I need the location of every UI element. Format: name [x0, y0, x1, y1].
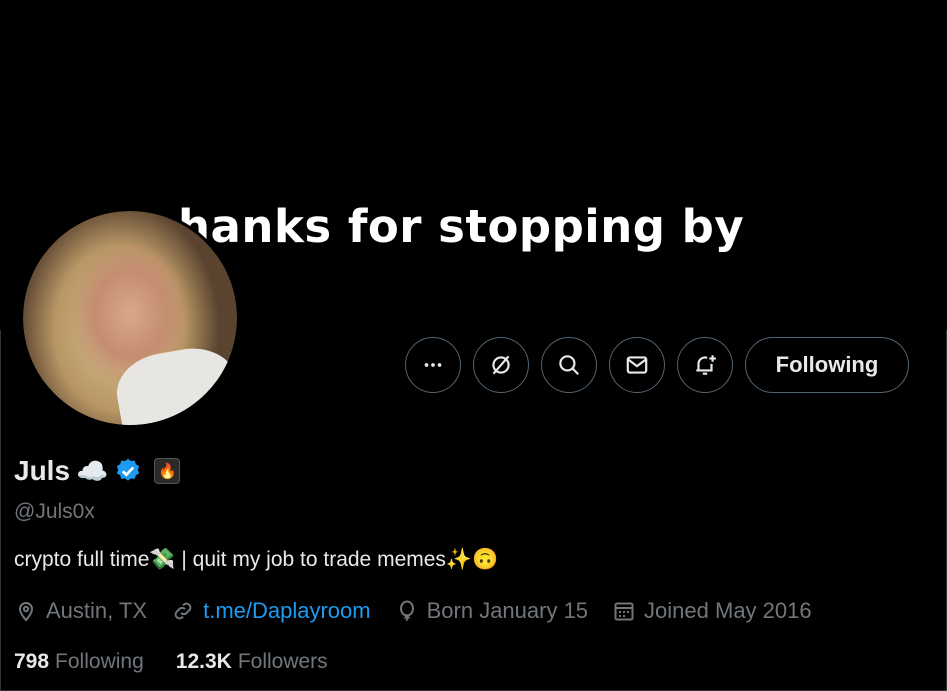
bell-plus-icon: [696, 355, 716, 375]
avatar-photo: [23, 211, 237, 425]
location-text: Austin, TX: [46, 598, 148, 623]
more-horizontal-icon: [424, 363, 442, 367]
grok-button[interactable]: [473, 337, 529, 393]
grok-icon: [492, 355, 510, 375]
birthday-text: Born January 15: [426, 598, 589, 623]
link-item: t.me/Daplayroom: [171, 598, 371, 624]
display-name: Juls: [14, 455, 71, 486]
message-button[interactable]: [609, 337, 665, 393]
banner-text: hanks for stopping by: [178, 200, 745, 253]
location-item: Austin, TX: [14, 598, 147, 624]
affiliate-badge[interactable]: 🔥: [154, 458, 181, 484]
link-icon: [174, 602, 192, 620]
followers-count: 12.3K: [175, 650, 232, 673]
followers-label: Followers: [237, 650, 328, 673]
birthday-item: Born January 15: [395, 598, 588, 624]
name-emoji: ☁️: [76, 456, 109, 486]
mail-icon: [626, 356, 648, 374]
following-count-link[interactable]: 798 Following: [14, 650, 144, 674]
profile-link[interactable]: t.me/Daplayroom: [203, 598, 371, 624]
following-label: Following: [55, 650, 144, 673]
avatar[interactable]: [20, 208, 240, 428]
follow-counts: 798 Following 12.3K Followers: [14, 650, 328, 674]
calendar-icon: [614, 602, 634, 621]
handle: @Juls0x: [14, 500, 95, 523]
verified-badge-icon[interactable]: [114, 457, 142, 485]
profile-meta: Austin, TX t.me/Daplayroom Born January …: [14, 598, 836, 624]
balloon-icon: [399, 600, 414, 622]
joined-item: Joined May 2016: [612, 598, 812, 624]
more-button[interactable]: [405, 337, 461, 393]
bio: crypto full time💸 | quit my job to trade…: [14, 548, 499, 571]
notifications-button[interactable]: [677, 337, 733, 393]
location-pin-icon: [18, 602, 34, 622]
following-count: 798: [14, 650, 50, 673]
followers-count-link[interactable]: 12.3K Followers: [176, 650, 328, 674]
joined-text: Joined May 2016: [644, 598, 812, 623]
avatar-detail: [111, 341, 237, 425]
name-row: Juls ☁️ 🔥: [14, 455, 181, 487]
search-button[interactable]: [541, 337, 597, 393]
profile-actions: Following: [405, 337, 909, 393]
search-icon: [559, 355, 579, 375]
following-button[interactable]: Following: [745, 337, 909, 393]
